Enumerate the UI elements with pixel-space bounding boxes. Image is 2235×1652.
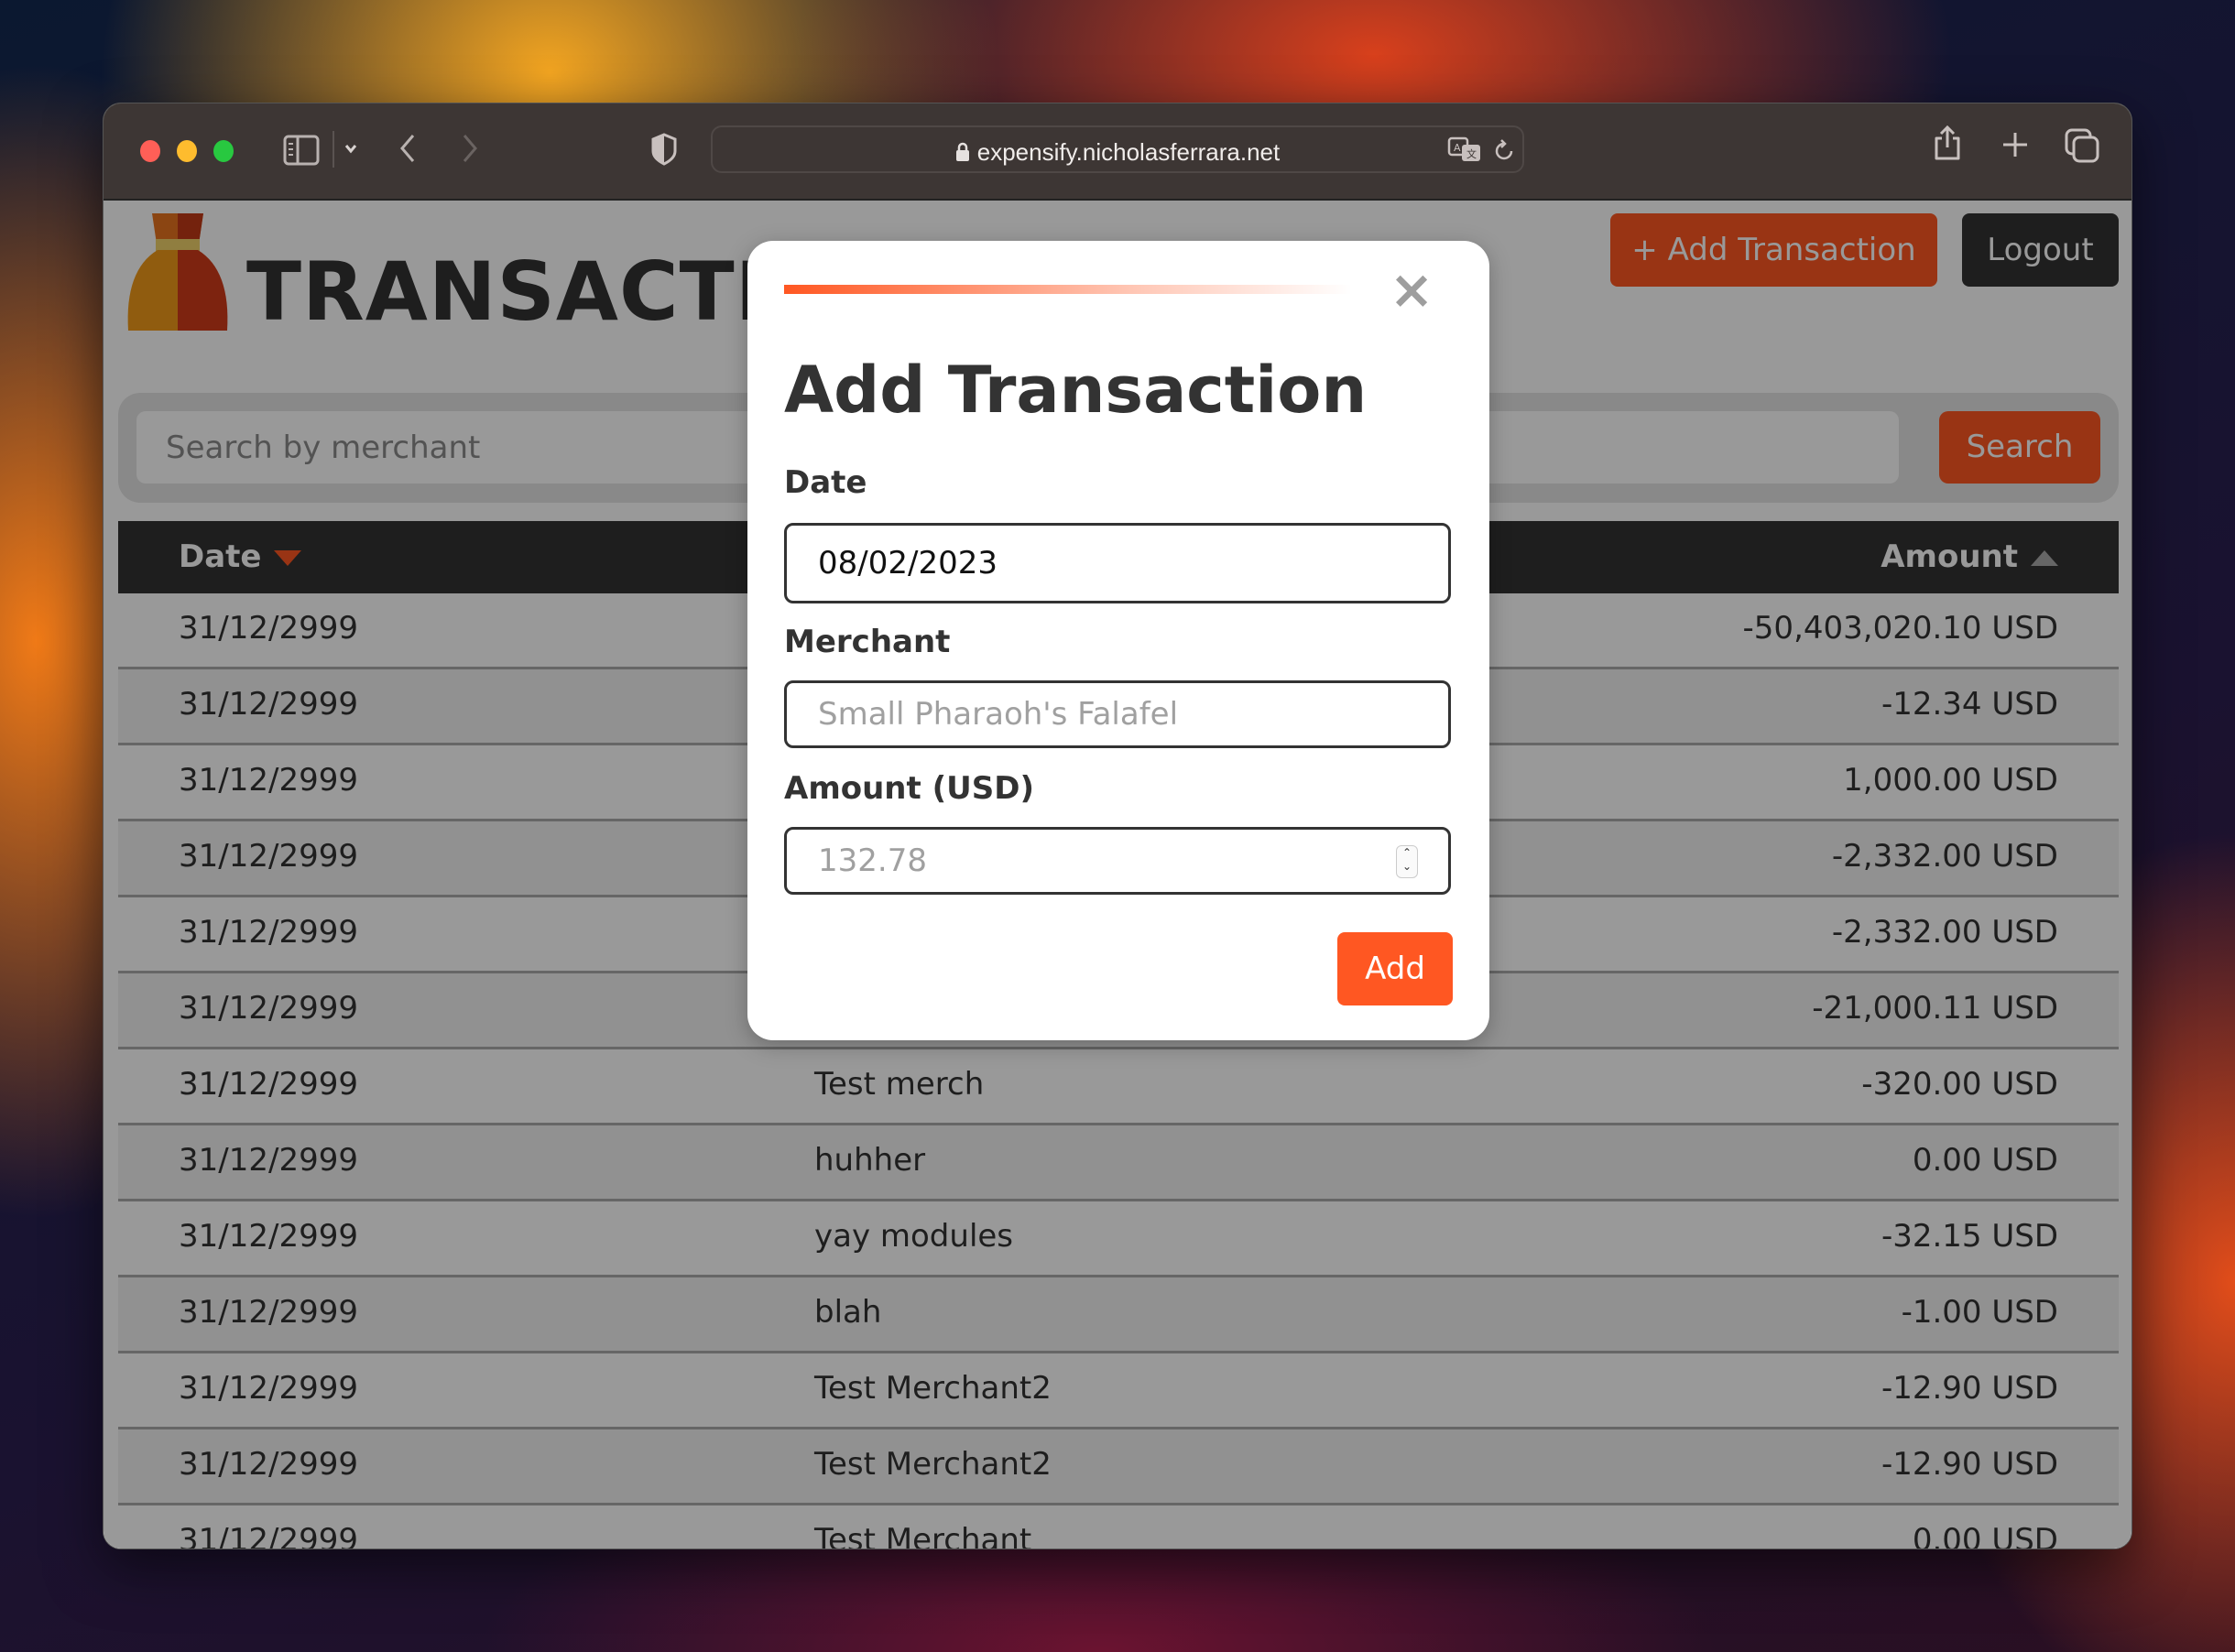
amount-stepper[interactable]: ⌃ ⌄ <box>1396 845 1418 878</box>
share-icon[interactable] <box>1932 124 1963 166</box>
translate-icon[interactable]: A文 <box>1447 136 1482 168</box>
minimize-window-button[interactable] <box>177 140 197 162</box>
add-transaction-modal: × Add Transaction Date Merchant Amount (… <box>747 241 1489 1040</box>
svg-text:A: A <box>1454 142 1461 154</box>
plus-icon[interactable] <box>2001 131 2029 162</box>
amount-label: Amount (USD) <box>784 770 1034 807</box>
sidebar-icon[interactable] <box>283 135 320 169</box>
date-label: Date <box>784 464 867 501</box>
browser-window: expensify.nicholasferrara.net A文 TRANSAC… <box>103 103 2132 1549</box>
merchant-field[interactable] <box>784 680 1451 748</box>
url-text: expensify.nicholasferrara.net <box>976 138 1281 166</box>
modal-accent-bar <box>784 285 1352 294</box>
lock-icon <box>955 140 970 168</box>
stepper-down-icon[interactable]: ⌄ <box>1397 860 1417 874</box>
maximize-window-button[interactable] <box>213 140 234 162</box>
browser-toolbar: expensify.nicholasferrara.net A文 <box>104 103 2131 201</box>
amount-field-wrapper: ⌃ ⌄ <box>784 827 1451 895</box>
web-page: TRANSACTIONS + Add Transaction Logout Se… <box>104 201 2131 1549</box>
chevron-left-icon[interactable] <box>398 133 417 168</box>
chevron-right-icon[interactable] <box>461 133 479 168</box>
date-field[interactable] <box>784 523 1451 603</box>
url-display[interactable]: expensify.nicholasferrara.net <box>713 138 1522 168</box>
merchant-label: Merchant <box>784 624 951 660</box>
shield-icon[interactable] <box>651 133 677 169</box>
tabs-icon[interactable] <box>2064 127 2100 168</box>
reload-icon[interactable] <box>1493 138 1515 168</box>
close-window-button[interactable] <box>140 140 160 162</box>
amount-field[interactable] <box>784 827 1451 895</box>
address-bar[interactable]: expensify.nicholasferrara.net A文 <box>711 125 1524 173</box>
svg-text:文: 文 <box>1466 147 1477 160</box>
add-submit-button[interactable]: Add <box>1337 932 1453 1005</box>
chevron-down-icon[interactable] <box>343 140 358 158</box>
transactions-page: TRANSACTIONS + Add Transaction Logout Se… <box>104 201 2131 1549</box>
modal-title: Add Transaction <box>784 353 1368 428</box>
close-icon[interactable]: × <box>1389 263 1434 316</box>
stepper-up-icon[interactable]: ⌃ <box>1397 846 1417 860</box>
toolbar-divider <box>333 131 334 168</box>
